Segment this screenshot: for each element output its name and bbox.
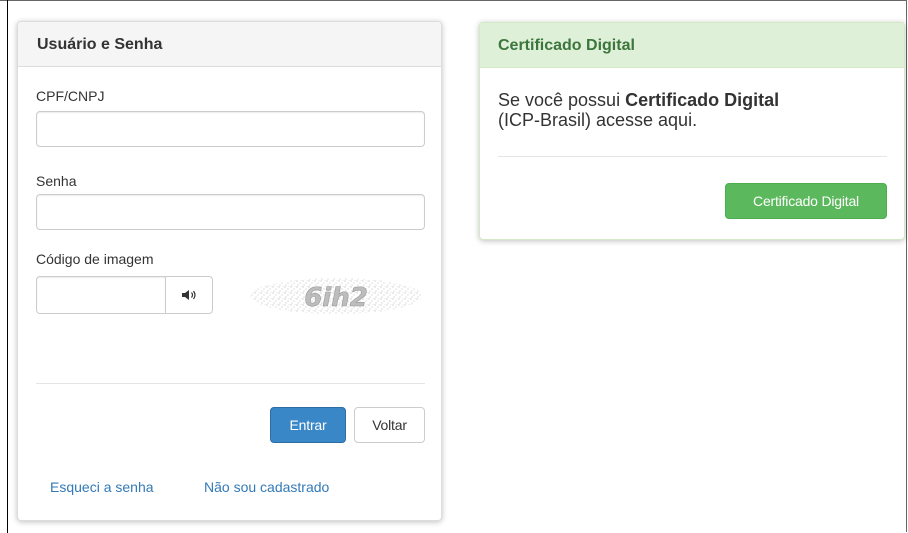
captcha-image: 6ih2 xyxy=(250,278,422,314)
speaker-icon xyxy=(182,290,196,300)
captcha-label: Código de imagem xyxy=(36,251,154,267)
certificate-text-bold: Certificado Digital xyxy=(625,90,780,110)
cpf-input[interactable] xyxy=(36,111,425,147)
login-panel: Usuário e Senha CPF/CNPJ Senha Código de… xyxy=(17,21,442,521)
cpf-label: CPF/CNPJ xyxy=(36,88,105,104)
login-panel-title: Usuário e Senha xyxy=(18,22,441,67)
password-label: Senha xyxy=(36,173,77,189)
certificate-text-prefix: Se você possui xyxy=(498,90,626,110)
certificate-button[interactable]: Certificado Digital xyxy=(725,183,887,219)
window-left-border xyxy=(7,0,8,533)
certificate-text-suffix: (ICP-Brasil) acesse aqui. xyxy=(498,110,698,130)
certificate-description: Se você possui Certificado Digital (ICP-… xyxy=(498,90,779,130)
enter-button[interactable]: Entrar xyxy=(270,407,346,443)
captcha-audio-button[interactable] xyxy=(165,276,213,314)
captcha-text: 6ih2 xyxy=(304,283,368,313)
password-input[interactable] xyxy=(36,194,425,230)
certificate-panel: Certificado Digital Se você possui Certi… xyxy=(479,22,905,240)
back-button[interactable]: Voltar xyxy=(354,407,425,443)
form-divider xyxy=(36,383,425,384)
captcha-input-group xyxy=(36,276,213,314)
certificate-panel-title: Certificado Digital xyxy=(480,23,904,68)
register-link[interactable]: Não sou cadastrado xyxy=(204,479,329,495)
forgot-password-link[interactable]: Esqueci a senha xyxy=(50,479,154,495)
captcha-input[interactable] xyxy=(36,276,166,314)
certificate-divider xyxy=(498,156,887,157)
